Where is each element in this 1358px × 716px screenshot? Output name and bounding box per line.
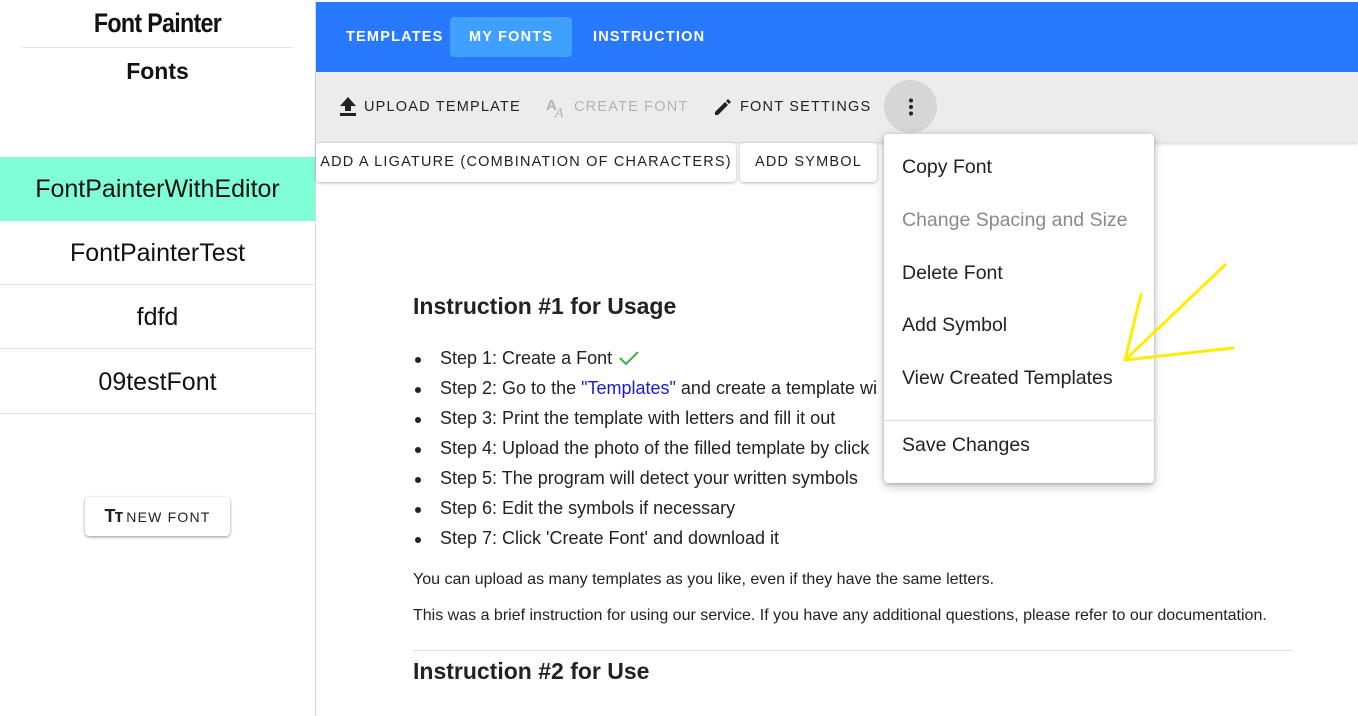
instruction-steps: Step 1: Create a Font Step 2: Go to the … xyxy=(413,348,877,558)
font-settings-label: FONT SETTINGS xyxy=(740,99,872,115)
text-fields-icon: Tт xyxy=(104,506,123,526)
more-options-button[interactable] xyxy=(884,80,937,133)
top-navigation: TEMPLATES MY FONTS INSTRUCTION xyxy=(316,2,1358,72)
tab-templates[interactable]: TEMPLATES xyxy=(331,17,459,57)
step-5-text: Step 5: The program will detect your wri… xyxy=(440,468,858,488)
upload-icon xyxy=(340,97,356,116)
check-icon xyxy=(619,351,639,366)
step-7-text: Step 7: Click 'Create Font' and download… xyxy=(440,528,780,548)
menu-item-add-symbol[interactable]: Add Symbol xyxy=(902,314,1007,337)
add-ligature-button[interactable]: ADD A LIGATURE (COMBINATION OF CHARACTER… xyxy=(316,143,736,182)
instruction-title-1: Instruction #1 for Usage xyxy=(413,293,677,319)
app-brand: Font Painter xyxy=(22,0,293,48)
tab-instruction[interactable]: INSTRUCTION xyxy=(578,17,720,57)
list-item: Step 4: Upload the photo of the filled t… xyxy=(413,438,877,468)
step-6-text: Step 6: Edit the symbols if necessary xyxy=(440,498,736,518)
list-item: Step 7: Click 'Create Font' and download… xyxy=(413,528,877,558)
font-item-fontpaintertest[interactable]: FontPainterTest xyxy=(0,221,315,285)
arrow-annotation-icon xyxy=(1123,263,1235,362)
menu-item-view-templates[interactable]: View Created Templates xyxy=(902,367,1113,390)
list-item: Step 1: Create a Font xyxy=(413,348,877,378)
font-item-fontpainterwitheditor[interactable]: FontPainterWithEditor xyxy=(0,157,315,221)
font-glyph-icon: A A xyxy=(546,97,565,118)
menu-item-save-changes[interactable]: Save Changes xyxy=(902,434,1030,457)
templates-note: You can upload as many templates as you … xyxy=(413,571,995,588)
instruction-title-2: Instruction #2 for Use xyxy=(413,658,650,684)
upload-template-button[interactable]: UPLOAD TEMPLATE xyxy=(338,94,521,120)
font-item-09testfont[interactable]: 09testFont xyxy=(0,350,315,414)
menu-item-delete-font[interactable]: Delete Font xyxy=(902,262,1003,285)
font-toolbar: UPLOAD TEMPLATE A A CREATE FONT FONT SET… xyxy=(316,72,1358,142)
list-item: Step 5: The program will detect your wri… xyxy=(413,468,877,498)
menu-item-copy-font[interactable]: Copy Font xyxy=(902,156,992,179)
font-settings-button[interactable]: FONT SETTINGS xyxy=(712,94,871,120)
create-font-button[interactable]: A A CREATE FONT xyxy=(546,94,688,120)
create-font-label: CREATE FONT xyxy=(574,99,689,115)
documentation-note: This was a brief instruction for using o… xyxy=(413,607,1267,624)
list-item: Step 3: Print the template with letters … xyxy=(413,408,877,438)
new-font-button[interactable]: Tт NEW FONT xyxy=(85,497,230,536)
add-symbol-button[interactable]: ADD SYMBOL xyxy=(740,143,877,182)
templates-link[interactable]: "Templates" xyxy=(581,378,676,398)
new-font-label: NEW FONT xyxy=(126,508,211,525)
font-options-menu: Copy Font Change Spacing and Size Delete… xyxy=(884,134,1154,483)
sidebar: Font Painter Fonts FontPainterWithEditor… xyxy=(0,0,316,716)
menu-divider xyxy=(884,420,1154,421)
step-2-text-post: and create a template wi xyxy=(675,378,878,398)
font-item-fdfd[interactable]: fdfd xyxy=(0,285,315,349)
tab-my-fonts[interactable]: MY FONTS xyxy=(450,17,573,57)
menu-item-change-spacing[interactable]: Change Spacing and Size xyxy=(902,209,1128,232)
step-3-text: Step 3: Print the template with letters … xyxy=(440,408,836,428)
step-4-text: Step 4: Upload the photo of the filled t… xyxy=(440,438,870,458)
svg-text:A: A xyxy=(554,106,565,118)
step-1-text: Step 1: Create a Font xyxy=(440,348,613,368)
pencil-icon xyxy=(715,99,731,115)
fonts-heading: Fonts xyxy=(126,58,189,84)
section-divider xyxy=(413,650,1292,651)
list-item: Step 6: Edit the symbols if necessary xyxy=(413,498,877,528)
upload-template-label: UPLOAD TEMPLATE xyxy=(364,99,521,115)
more-vertical-icon xyxy=(908,98,913,115)
list-item: Step 2: Go to the "Templates" and create… xyxy=(413,378,877,408)
step-2-text-pre: Step 2: Go to the xyxy=(440,378,582,398)
